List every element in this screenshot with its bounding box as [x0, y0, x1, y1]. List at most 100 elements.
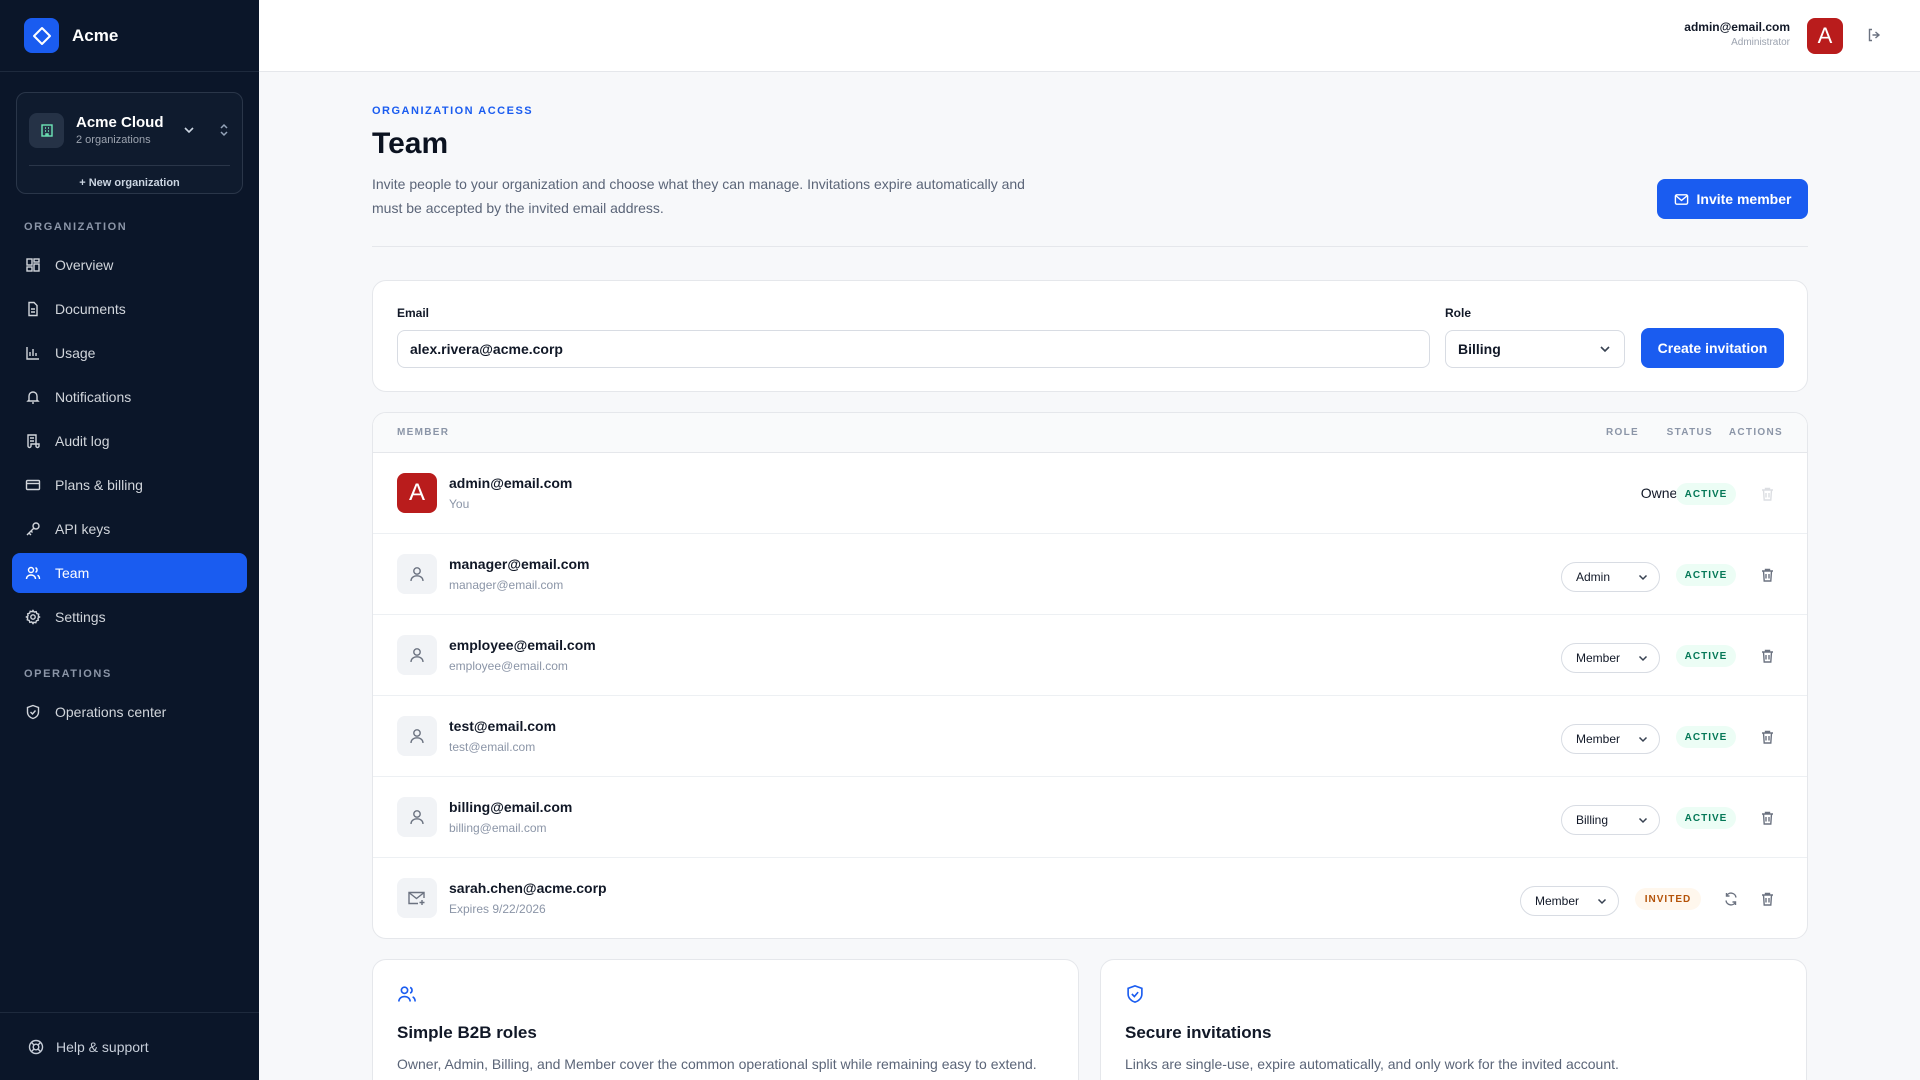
key-icon [26, 522, 40, 536]
credit-card-icon [25, 479, 41, 491]
chevron-down-icon [1638, 817, 1648, 824]
acme-logo-icon [24, 18, 59, 53]
status-badge: INVITED [1635, 888, 1701, 910]
user-icon [397, 635, 437, 675]
user-icon [397, 716, 437, 756]
grid-icon [26, 258, 40, 272]
column-actions: ACTIONS [1728, 427, 1783, 438]
chevron-down-icon[interactable] [182, 123, 196, 137]
trash-icon[interactable] [1760, 729, 1775, 745]
role-dropdown[interactable]: Member [1520, 886, 1619, 916]
sidebar-item-label: Documents [55, 301, 126, 317]
bell-icon [26, 391, 40, 404]
gear-icon [25, 609, 41, 625]
trash-icon[interactable] [1760, 810, 1775, 826]
sidebar-item-label: Plans & billing [55, 477, 143, 493]
table-row: A admin@email.com You Owner ACTIVE [373, 453, 1807, 534]
chevron-down-icon [1638, 574, 1648, 581]
status-badge: ACTIVE [1676, 807, 1736, 829]
invite-member-button[interactable]: Invite member [1657, 179, 1808, 219]
member-subtitle: billing@email.com [449, 821, 547, 835]
table-row: employee@email.com employee@email.com Me… [373, 615, 1807, 696]
resend-refresh-icon[interactable] [1723, 891, 1739, 907]
member-email: manager@email.com [449, 556, 590, 572]
sidebar-item-team[interactable]: Team [12, 553, 247, 593]
sidebar-item-label: Audit log [55, 433, 110, 449]
role-label: Role [1445, 306, 1472, 320]
brand[interactable]: Acme [0, 0, 259, 72]
member-subtitle: employee@email.com [449, 659, 568, 673]
info-card-title: Secure invitations [1125, 1023, 1272, 1042]
bar-chart-icon [26, 347, 39, 360]
nav-section-operations: OPERATIONS [24, 668, 112, 680]
scroll-icon [27, 434, 40, 449]
org-name: Acme Cloud [76, 114, 164, 131]
table-row: test@email.com test@email.com Member ACT… [373, 696, 1807, 777]
invite-member-label: Invite member [1696, 191, 1792, 207]
sidebar-item-api-keys[interactable]: API keys [12, 509, 247, 549]
email-field[interactable] [397, 330, 1430, 368]
sidebar-item-settings[interactable]: Settings [12, 597, 247, 637]
new-organization-button[interactable]: + New organization [17, 177, 242, 189]
info-card-description: Links are single-use, expire automatical… [1125, 1056, 1619, 1072]
chevrons-up-down-icon[interactable] [218, 123, 230, 137]
table-header: MEMBER ROLE STATUS ACTIONS [373, 413, 1807, 453]
nav-section-organization: ORGANIZATION [24, 221, 128, 233]
avatar[interactable]: A [1807, 18, 1843, 54]
mail-icon [1674, 193, 1688, 205]
member-subtitle: test@email.com [449, 740, 536, 754]
trash-icon[interactable] [1760, 567, 1775, 583]
sidebar-item-usage[interactable]: Usage [12, 333, 247, 373]
avatar: A [397, 473, 437, 513]
chevron-down-icon [1597, 898, 1607, 905]
member-subtitle: manager@email.com [449, 578, 564, 592]
sidebar-item-overview[interactable]: Overview [12, 245, 247, 285]
chevron-down-icon [1600, 346, 1610, 353]
sidebar-item-label: Team [55, 565, 90, 581]
users-icon [397, 984, 417, 1004]
role-dropdown[interactable]: Member [1561, 643, 1660, 673]
role-dropdown-value: Admin [1576, 570, 1611, 584]
document-icon [28, 301, 38, 317]
sidebar-item-plans-billing[interactable]: Plans & billing [12, 465, 247, 505]
logout-icon[interactable] [1866, 27, 1882, 43]
member-email: test@email.com [449, 718, 557, 734]
sidebar-item-label: API keys [55, 521, 111, 537]
trash-icon[interactable] [1760, 891, 1775, 907]
user-role: Administrator [1731, 37, 1790, 48]
app-name: Acme [72, 25, 119, 45]
sidebar-item-audit-log[interactable]: Audit log [12, 421, 247, 461]
role-dropdown[interactable]: Member [1561, 724, 1660, 754]
sidebar: Acme Acme Cloud 2 organizations + New or… [0, 0, 259, 1080]
org-count: 2 organizations [76, 134, 151, 146]
page-title: Team [372, 127, 449, 160]
shield-icon [26, 704, 40, 720]
member-email: employee@email.com [449, 637, 596, 653]
shield-check-icon [1125, 984, 1145, 1004]
sidebar-item-notifications[interactable]: Notifications [12, 377, 247, 417]
top-bar: admin@email.com Administrator A [259, 0, 1920, 72]
create-invitation-button[interactable]: Create invitation [1641, 328, 1784, 368]
table-row: sarah.chen@acme.corp Expires 9/22/2026 M… [373, 858, 1807, 938]
role-dropdown[interactable]: Admin [1561, 562, 1660, 592]
page-eyebrow: ORGANIZATION ACCESS [372, 105, 534, 117]
page-description: Invite people to your organization and c… [372, 176, 1025, 216]
invitation-expiry: Expires 9/22/2026 [449, 902, 546, 916]
status-badge: ACTIVE [1676, 564, 1736, 586]
sidebar-item-operations-center[interactable]: Operations center [12, 692, 247, 732]
help-support-link[interactable]: Help & support [0, 1012, 259, 1080]
user-email: admin@email.com [1684, 20, 1790, 34]
org-switcher[interactable]: Acme Cloud 2 organizations + New organiz… [16, 92, 243, 194]
chevron-down-icon [1638, 655, 1648, 662]
role-dropdown[interactable]: Billing [1561, 805, 1660, 835]
sidebar-item-label: Usage [55, 345, 96, 361]
user-icon [397, 797, 437, 837]
sidebar-item-documents[interactable]: Documents [12, 289, 247, 329]
role-select[interactable]: Billing [1445, 330, 1625, 368]
member-email: billing@email.com [449, 799, 573, 815]
trash-icon[interactable] [1760, 648, 1775, 664]
table-row: manager@email.com manager@email.com Admi… [373, 534, 1807, 615]
member-email: sarah.chen@acme.corp [449, 880, 607, 896]
info-card-invitations: Secure invitations Links are single-use,… [1100, 959, 1807, 1080]
building-icon [29, 112, 64, 148]
